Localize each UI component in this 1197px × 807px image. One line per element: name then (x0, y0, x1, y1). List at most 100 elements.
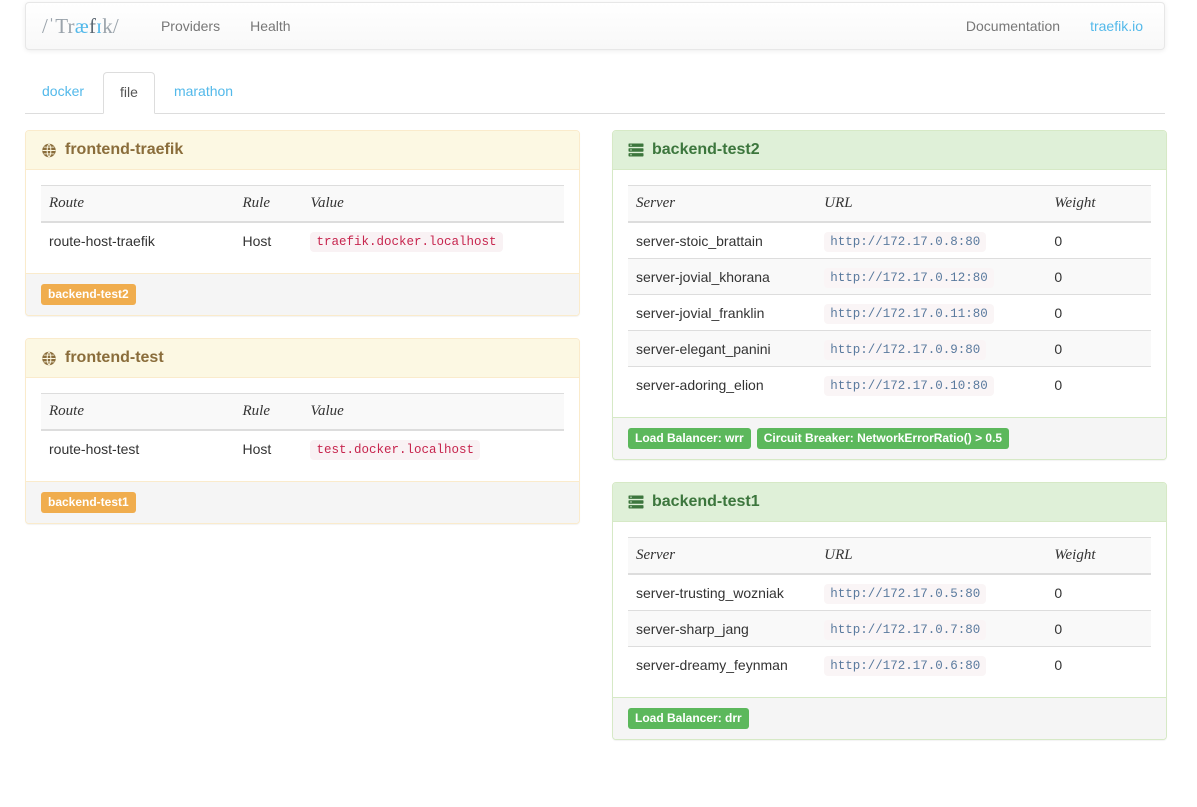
table-row: server-adoring_elion http://172.17.0.10:… (628, 367, 1151, 403)
column-header-url: URL (816, 186, 1046, 223)
frontend-panel: frontend-traefik Route Rule Value route-… (25, 130, 580, 316)
navbar: /ˈTræfɪk/ Providers Health Documentation… (25, 2, 1165, 50)
globe-icon (41, 143, 57, 158)
frontend-routes-table: Route Rule Value route-host-traefik Host… (41, 185, 564, 258)
tab-file[interactable]: file (103, 72, 155, 114)
brand-logo[interactable]: /ˈTræfɪk/ (26, 3, 134, 49)
server-icon (628, 495, 644, 510)
server-url-cell: http://172.17.0.7:80 (816, 611, 1046, 647)
table-row: server-sharp_jang http://172.17.0.7:80 0 (628, 611, 1151, 647)
table-header-row: Server URL Weight (628, 538, 1151, 575)
server-url: http://172.17.0.12:80 (824, 268, 994, 288)
column-header-route: Route (41, 394, 235, 431)
backend-panel: backend-test2 Server URL Weight server-s… (612, 130, 1167, 460)
server-name: server-stoic_brattain (628, 222, 816, 259)
frontend-panel-footer: backend-test1 (26, 481, 579, 523)
backend-servers-table: Server URL Weight server-trusting_woznia… (628, 537, 1151, 682)
server-weight: 0 (1046, 295, 1151, 331)
frontend-panel-body: Route Rule Value route-host-traefik Host… (26, 170, 579, 273)
backend-panel: backend-test1 Server URL Weight server-t… (612, 482, 1167, 740)
server-name: server-dreamy_feynman (628, 647, 816, 683)
server-name: server-jovial_franklin (628, 295, 816, 331)
column-header-rule: Rule (235, 186, 303, 223)
server-weight: 0 (1046, 574, 1151, 611)
server-url-cell: http://172.17.0.10:80 (816, 367, 1046, 403)
server-name: server-adoring_elion (628, 367, 816, 403)
server-weight: 0 (1046, 611, 1151, 647)
table-row: route-host-traefik Host traefik.docker.l… (41, 222, 564, 258)
backend-panel-heading: backend-test1 (613, 483, 1166, 522)
server-weight: 0 (1046, 647, 1151, 683)
column-header-value: Value (302, 394, 564, 431)
frontend-panel-heading: frontend-test (26, 339, 579, 378)
nav-link-health[interactable]: Health (235, 3, 305, 49)
server-url-cell: http://172.17.0.5:80 (816, 574, 1046, 611)
route-value: traefik.docker.localhost (310, 232, 502, 252)
frontends-column: frontend-traefik Route Rule Value route-… (25, 130, 580, 546)
server-name: server-sharp_jang (628, 611, 816, 647)
server-name: server-trusting_wozniak (628, 574, 816, 611)
backend-panel-body: Server URL Weight server-stoic_brattain … (613, 170, 1166, 417)
table-row: server-trusting_wozniak http://172.17.0.… (628, 574, 1151, 611)
table-header-row: Route Rule Value (41, 394, 564, 431)
frontend-panel: frontend-test Route Rule Value route-hos… (25, 338, 580, 524)
server-url: http://172.17.0.8:80 (824, 232, 986, 252)
route-value: test.docker.localhost (310, 440, 480, 460)
route-value-cell: traefik.docker.localhost (302, 222, 564, 258)
frontend-panel-heading: frontend-traefik (26, 131, 579, 170)
backend-panel-heading: backend-test2 (613, 131, 1166, 170)
server-url-cell: http://172.17.0.6:80 (816, 647, 1046, 683)
tab-docker[interactable]: docker (25, 71, 101, 113)
server-name: server-elegant_panini (628, 331, 816, 367)
server-url-cell: http://172.17.0.12:80 (816, 259, 1046, 295)
backend-panel-footer: Load Balancer: drr (613, 697, 1166, 739)
column-header-server: Server (628, 186, 816, 223)
brand-logo-accent-ae: æ (75, 14, 89, 38)
load-balancer-label: Load Balancer: drr (628, 708, 749, 729)
column-header-route: Route (41, 186, 235, 223)
nav-link-providers[interactable]: Providers (146, 3, 235, 49)
server-url: http://172.17.0.5:80 (824, 584, 986, 604)
route-rule: Host (235, 430, 303, 466)
route-value-cell: test.docker.localhost (302, 430, 564, 466)
frontend-panel-footer: backend-test2 (26, 273, 579, 315)
table-row: server-dreamy_feynman http://172.17.0.6:… (628, 647, 1151, 683)
frontend-panel-title: frontend-traefik (65, 142, 183, 158)
table-header-row: Route Rule Value (41, 186, 564, 223)
nav-link-documentation[interactable]: Documentation (951, 3, 1075, 49)
column-header-server: Server (628, 538, 816, 575)
brand-logo-suffix: k/ (102, 14, 119, 38)
server-weight: 0 (1046, 367, 1151, 403)
column-header-weight: Weight (1046, 186, 1151, 223)
table-row: route-host-test Host test.docker.localho… (41, 430, 564, 466)
table-header-row: Server URL Weight (628, 186, 1151, 223)
server-icon (628, 143, 644, 158)
server-name: server-jovial_khorana (628, 259, 816, 295)
backend-servers-table: Server URL Weight server-stoic_brattain … (628, 185, 1151, 402)
server-weight: 0 (1046, 331, 1151, 367)
backend-panel-title: backend-test2 (652, 142, 760, 158)
backend-label: backend-test2 (41, 284, 136, 305)
backend-label: backend-test1 (41, 492, 136, 513)
backend-panel-footer: Load Balancer: wrr Circuit Breaker: Netw… (613, 417, 1166, 459)
frontend-panel-title: frontend-test (65, 350, 164, 366)
column-header-url: URL (816, 538, 1046, 575)
route-name: route-host-test (41, 430, 235, 466)
server-url: http://172.17.0.11:80 (824, 304, 994, 324)
route-rule: Host (235, 222, 303, 258)
server-url-cell: http://172.17.0.11:80 (816, 295, 1046, 331)
backend-panel-title: backend-test1 (652, 494, 760, 510)
circuit-breaker-label: Circuit Breaker: NetworkErrorRatio() > 0… (757, 428, 1009, 449)
route-name: route-host-traefik (41, 222, 235, 258)
table-row: server-jovial_khorana http://172.17.0.12… (628, 259, 1151, 295)
backends-column: backend-test2 Server URL Weight server-s… (612, 130, 1167, 762)
server-url: http://172.17.0.9:80 (824, 340, 986, 360)
server-weight: 0 (1046, 259, 1151, 295)
frontend-routes-table: Route Rule Value route-host-test Host te… (41, 393, 564, 466)
frontend-panel-body: Route Rule Value route-host-test Host te… (26, 378, 579, 481)
navbar-left-links: Providers Health (146, 3, 306, 49)
server-url: http://172.17.0.6:80 (824, 656, 986, 676)
tab-marathon[interactable]: marathon (157, 71, 250, 113)
nav-link-traefik-io[interactable]: traefik.io (1075, 3, 1158, 49)
table-row: server-jovial_franklin http://172.17.0.1… (628, 295, 1151, 331)
